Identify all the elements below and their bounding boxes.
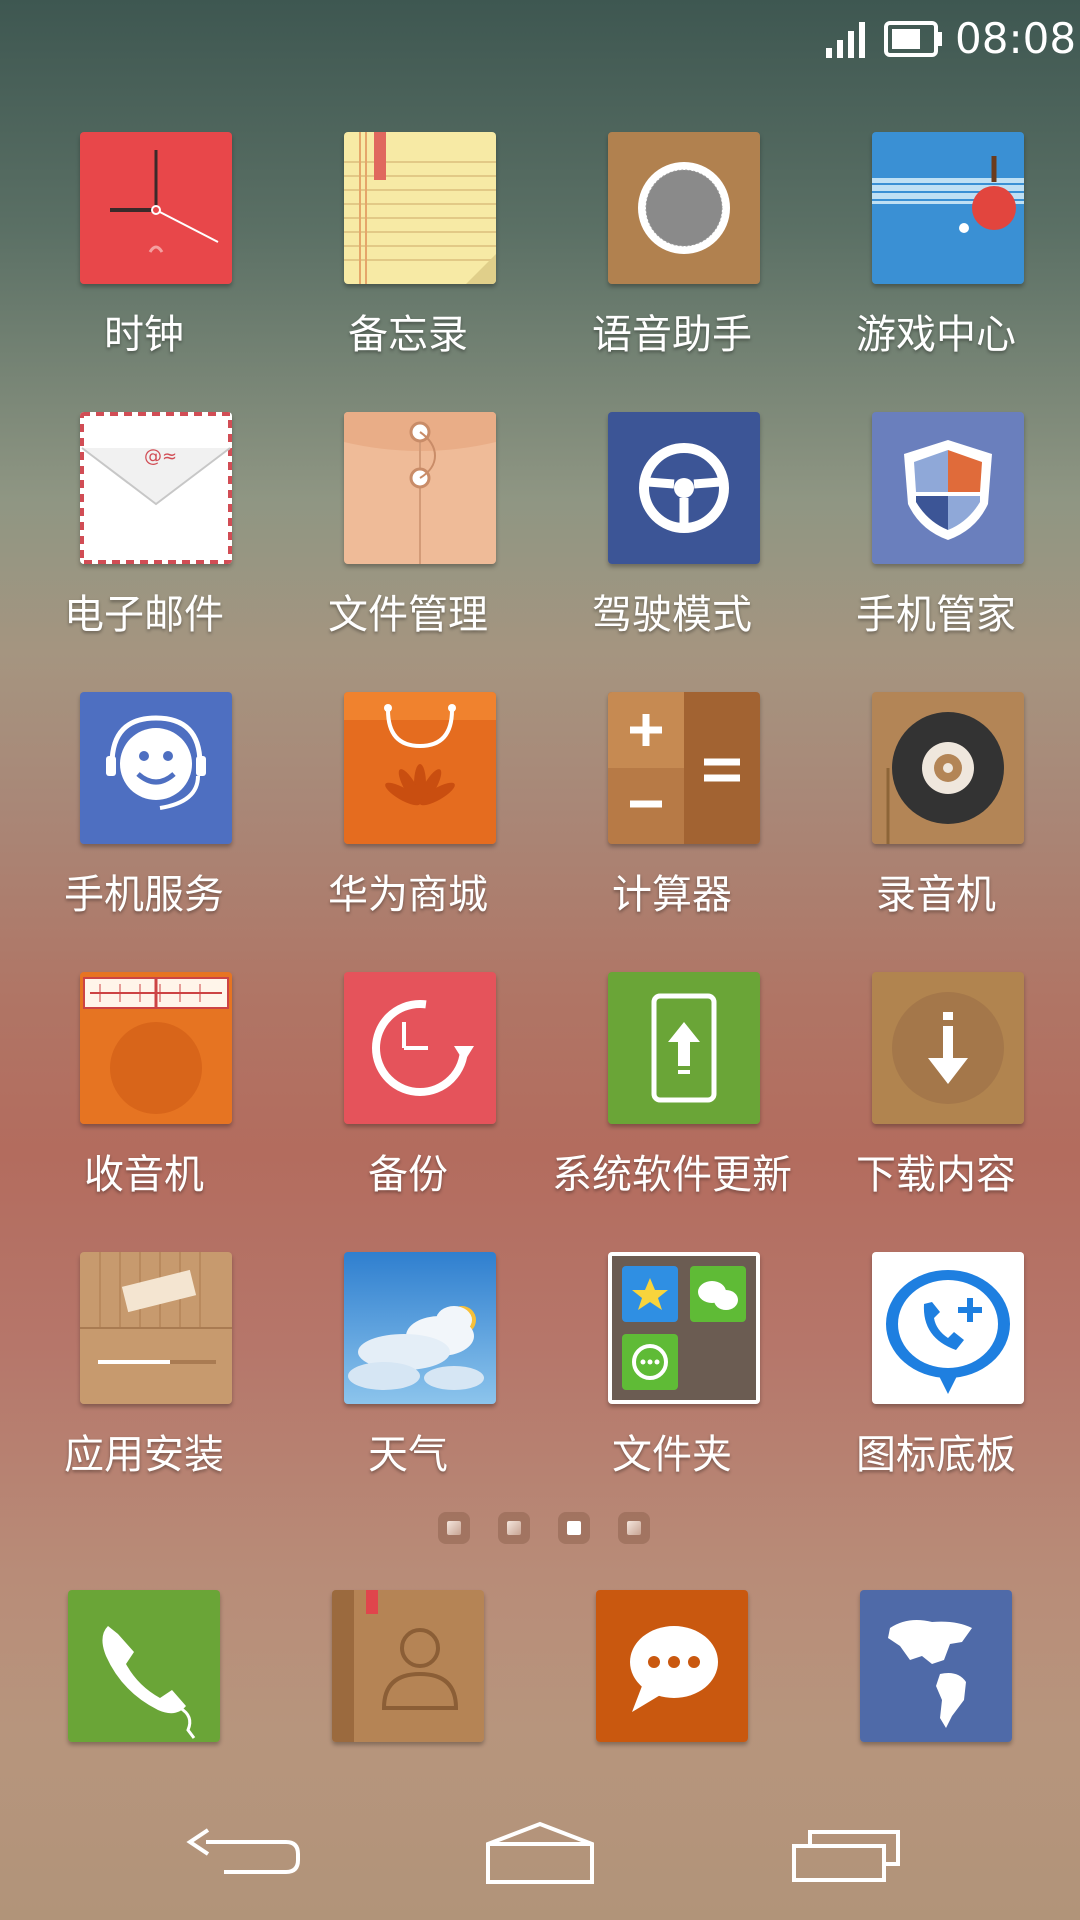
svg-text:@≈: @≈ [144,446,177,467]
app-label: 驾驶模式 [592,592,752,638]
microphone-icon [608,132,760,284]
app-label: 录音机 [876,872,996,918]
phone-icon [68,1590,220,1742]
ping-pong-icon [872,132,1024,284]
app-label: 备忘录 [348,312,468,358]
headset-smile-icon [80,692,232,844]
app-label: 图标底板 [856,1432,1016,1478]
app-phone-service[interactable]: 手机服务 [12,692,276,942]
app-huawei-store[interactable]: 华为商城 [276,692,540,942]
signal-icon [824,20,870,58]
app-label: 备份 [368,1152,448,1198]
app-calculator[interactable]: 计算器 [540,692,804,942]
page-indicator [0,1512,1080,1548]
globe-map-icon [860,1590,1012,1742]
app-label: 时钟 [104,312,184,358]
app-backup[interactable]: 备份 [276,972,540,1222]
navigation-bar [0,1790,1080,1920]
app-installer[interactable]: 应用安装 [12,1252,276,1502]
status-bar: 08:08 [0,0,1080,80]
app-radio[interactable]: 收音机 [12,972,276,1222]
app-label: 下载内容 [856,1152,1016,1198]
page-dot[interactable] [438,1512,470,1544]
recent-apps-icon[interactable] [780,1820,910,1890]
app-label: 手机服务 [64,872,224,918]
radio-icon [80,972,232,1124]
dock-phone[interactable] [68,1590,220,1742]
app-label: 收音机 [84,1152,204,1198]
app-label: 应用安装 [64,1432,224,1478]
shopping-bag-icon [344,692,496,844]
app-label: 天气 [368,1432,448,1478]
page-dot[interactable] [498,1512,530,1544]
status-time: 08:08 [955,14,1077,63]
app-clock[interactable]: 时钟 [12,132,276,382]
app-label: 文件夹 [612,1432,732,1478]
app-label: 电子邮件 [64,592,224,638]
envelope-icon: @≈ [80,412,232,564]
app-notes[interactable]: 备忘录 [276,132,540,382]
dock-contacts[interactable] [332,1590,484,1742]
app-email[interactable]: @≈ 电子邮件 [12,412,276,662]
contacts-book-icon [332,1590,484,1742]
app-icon-board[interactable]: 图标底板 [804,1252,1068,1502]
app-label: 手机管家 [856,592,1016,638]
steering-wheel-icon [608,412,760,564]
chat-bubble-icon [596,1590,748,1742]
notepad-icon [344,132,496,284]
app-recorder[interactable]: 录音机 [804,692,1068,942]
tape-reel-icon [872,692,1024,844]
backup-clock-icon [344,972,496,1124]
app-file-manager[interactable]: 文件管理 [276,412,540,662]
page-dot-current[interactable] [558,1512,590,1544]
app-label: 游戏中心 [856,312,1016,358]
app-weather[interactable]: 天气 [276,1252,540,1502]
app-downloads[interactable]: 下载内容 [804,972,1068,1222]
app-label: 计算器 [612,872,732,918]
download-arrow-icon [872,972,1024,1124]
home-icon[interactable] [476,1820,606,1890]
app-driving-mode[interactable]: 驾驶模式 [540,412,804,662]
app-system-update[interactable]: 系统软件更新 [540,972,804,1222]
app-package-icon [80,1252,232,1404]
app-voice-assistant[interactable]: 语音助手 [540,132,804,382]
back-icon[interactable] [176,1820,306,1890]
call-plus-bubble-icon [872,1252,1024,1404]
app-label: 系统软件更新 [552,1152,792,1198]
folder-icon [608,1252,760,1404]
dock-messaging[interactable] [596,1590,748,1742]
app-label: 华为商城 [328,872,488,918]
dock-browser[interactable] [860,1590,1012,1742]
phone-upload-icon [608,972,760,1124]
weather-cloud-sun-icon [344,1252,496,1404]
app-folder[interactable]: 文件夹 [540,1252,804,1502]
app-phone-manager[interactable]: 手机管家 [804,412,1068,662]
folder-envelope-icon [344,412,496,564]
calculator-icon [608,692,760,844]
app-label: 语音助手 [592,312,752,358]
shield-icon [872,412,1024,564]
battery-icon [884,20,944,58]
page-dot[interactable] [618,1512,650,1544]
clock-icon [80,132,232,284]
app-label: 文件管理 [328,592,488,638]
app-game-center[interactable]: 游戏中心 [804,132,1068,382]
